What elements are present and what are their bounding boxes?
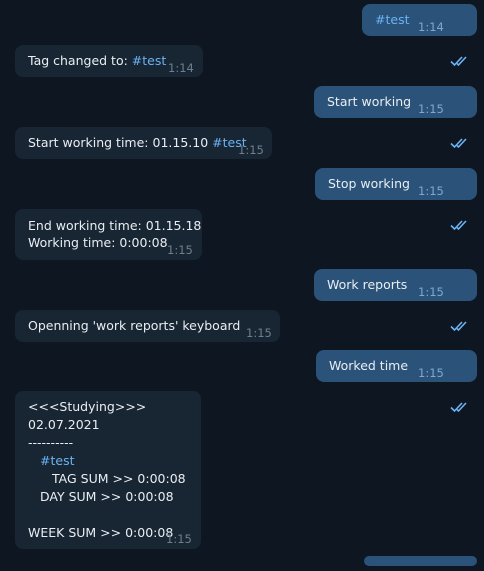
message-time: 1:15 xyxy=(418,366,444,380)
report-week-sum: WEEK SUM >> 0:00:08 xyxy=(28,525,174,540)
message-text: Work reports xyxy=(327,277,408,292)
message-outgoing[interactable]: Work reports 1:15 xyxy=(314,269,477,332)
message-time: 1:15 xyxy=(167,243,193,257)
report-header: <<<Studying>>> xyxy=(28,399,147,414)
message-incoming[interactable]: End working time: 01.15.18 Working time:… xyxy=(15,209,202,260)
message-time: 1:15 xyxy=(166,532,192,546)
double-check-icon xyxy=(450,101,470,149)
double-check-icon xyxy=(450,183,470,231)
report-day-sum: DAY SUM >> 0:00:08 xyxy=(40,489,174,504)
message-incoming[interactable]: Start working time: 01.15.10 #test 1:15 xyxy=(15,127,272,159)
message-time: 1:15 xyxy=(238,143,264,157)
message-outgoing[interactable]: #test 1:14 xyxy=(362,4,477,67)
message-time: 1:14 xyxy=(168,61,194,75)
double-check-icon xyxy=(450,19,470,67)
chat-history[interactable]: #test 1:14 Tag changed to: #test 1:14 St… xyxy=(0,0,484,566)
message-time: 1:15 xyxy=(246,326,272,340)
message-outgoing[interactable]: Worked time 1:15 xyxy=(316,350,477,413)
message-incoming[interactable]: Tag changed to: #test 1:14 xyxy=(15,45,203,77)
message-text: Worked time xyxy=(329,358,409,373)
message-time: 1:15 xyxy=(418,184,444,198)
report-date: 02.07.2021 xyxy=(28,417,100,432)
message-time: 1:15 xyxy=(418,102,444,116)
message-text: Openning 'work reports' keyboard xyxy=(28,318,241,333)
report-separator: ---------- xyxy=(28,435,74,450)
message-outgoing[interactable]: Stop working 1:15 xyxy=(315,168,477,231)
message-text-line: End working time: 01.15.18 xyxy=(28,218,202,233)
message-text: Tag changed to: #test xyxy=(28,53,167,68)
hashtag-link[interactable]: #test xyxy=(132,53,166,68)
report-tag-sum: TAG SUM >> 0:00:08 xyxy=(52,471,186,486)
double-check-icon xyxy=(450,284,470,332)
message-outgoing[interactable]: Start working 1:15 xyxy=(314,86,477,149)
message-text: Start working xyxy=(327,94,412,109)
message-time: 1:15 xyxy=(418,285,444,299)
message-text-line: Working time: 0:00:08 xyxy=(28,235,168,250)
hashtag-link[interactable]: #test xyxy=(375,11,409,29)
double-check-icon xyxy=(450,365,470,413)
hashtag-link[interactable]: #test xyxy=(40,452,74,470)
message-incoming-report[interactable]: <<<Studying>>> 02.07.2021 ---------- #te… xyxy=(15,391,201,549)
message-incoming[interactable]: Openning 'work reports' keyboard 1:15 xyxy=(15,310,280,342)
message-time: 1:14 xyxy=(418,20,444,34)
message-text: Stop working xyxy=(328,176,410,191)
message-outgoing-partial[interactable] xyxy=(364,556,477,566)
message-text: Start working time: 01.15.10 #test xyxy=(28,135,247,150)
